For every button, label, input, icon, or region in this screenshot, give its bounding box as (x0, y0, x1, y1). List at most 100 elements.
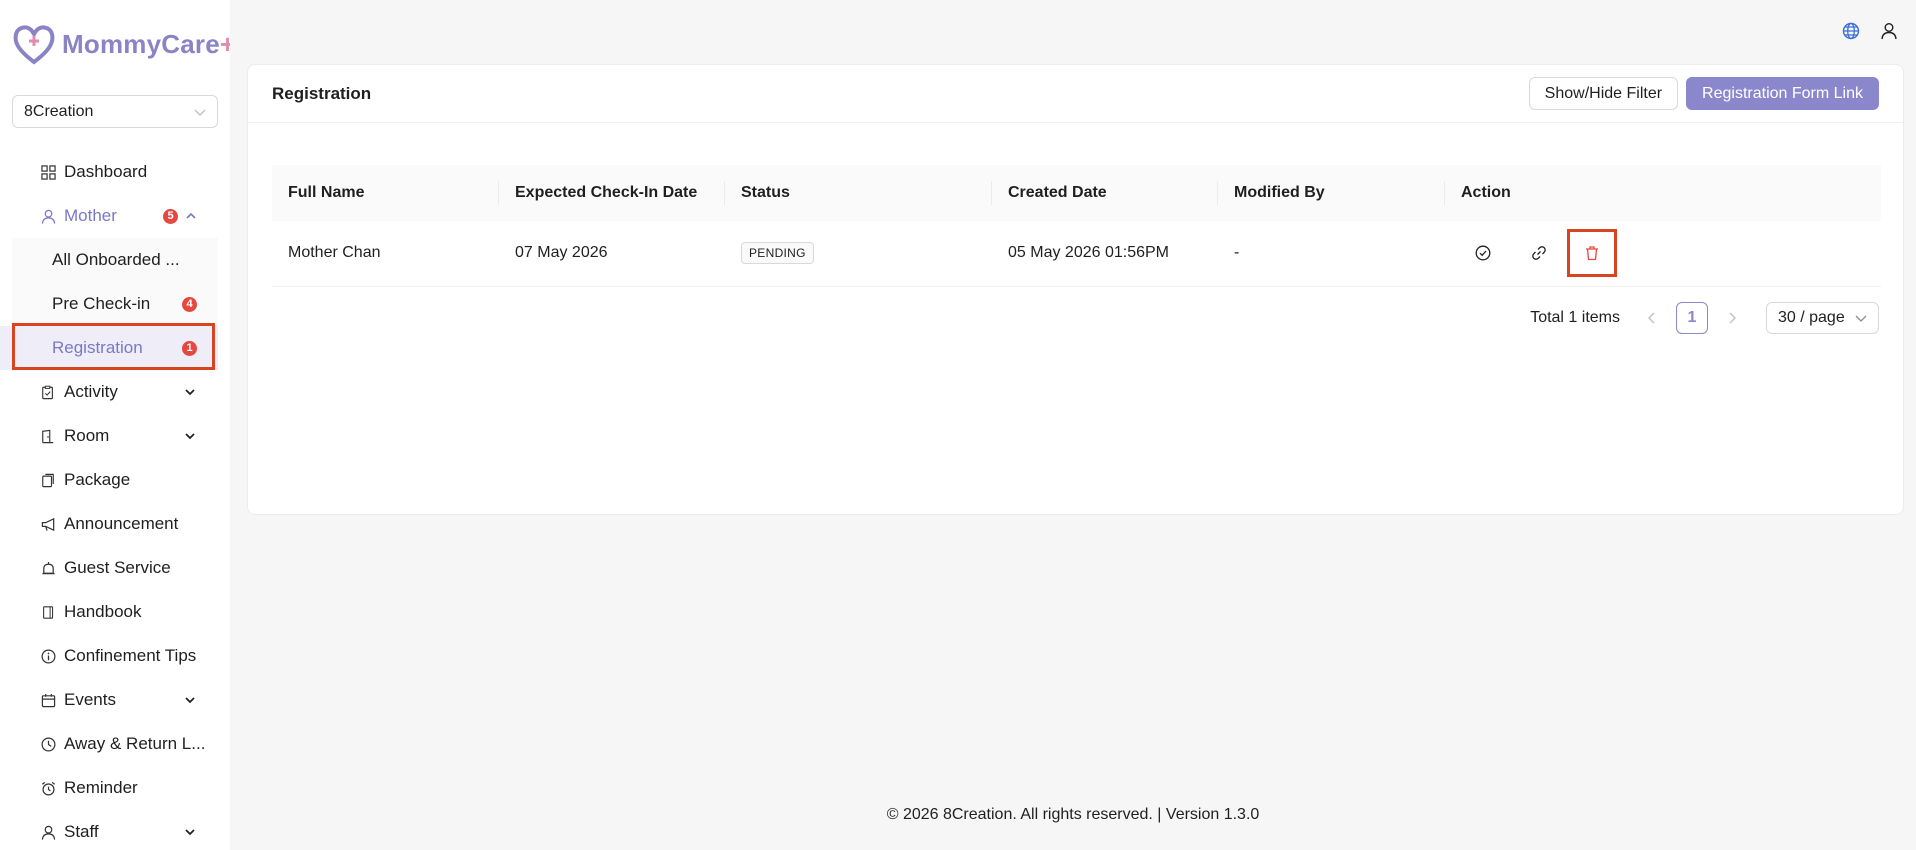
page-size-select[interactable]: 30 / page (1766, 302, 1879, 334)
sidebar-item-label: Package (64, 470, 131, 489)
globe-icon[interactable] (1842, 22, 1860, 40)
chevron-down-icon (185, 389, 195, 396)
sidebar-item-activity[interactable]: Activity (0, 370, 230, 414)
sidebar-item-confinement-tips[interactable]: Confinement Tips (0, 634, 230, 678)
next-page-button[interactable] (1716, 302, 1748, 334)
app-logo[interactable]: MommyCare+ (12, 22, 230, 66)
row-actions (1461, 229, 1881, 278)
staff-icon (40, 824, 56, 840)
status-badge: PENDING (741, 242, 814, 265)
clipboard-icon (40, 384, 56, 400)
cell-created-date: 05 May 2026 01:56PM (1008, 244, 1169, 262)
sidebar-item-label: Staff (64, 822, 99, 841)
sidebar-item-label: Room (64, 426, 110, 445)
sidebar-item-events[interactable]: Events (0, 678, 230, 722)
calendar-icon (40, 692, 56, 708)
card-header: Registration Show/Hide Filter Registrati… (248, 65, 1903, 123)
sidebar-item-mother[interactable]: Mother 5 (0, 194, 230, 238)
chevron-down-icon (185, 697, 195, 704)
organization-select[interactable]: 8Creation (12, 95, 218, 128)
sidebar-item-package[interactable]: Package (0, 458, 230, 502)
page-size-value: 30 / page (1778, 309, 1845, 326)
sidebar-item-label: Events (64, 690, 116, 709)
cell-actions (1445, 221, 1881, 286)
sidebar-item-label: Pre Check-in (52, 294, 151, 313)
sidebar-item-label: Away & Return L... (64, 734, 206, 753)
trash-icon (1586, 246, 1598, 261)
sidebar-item-label: Activity (64, 382, 118, 401)
chevron-down-icon (194, 109, 206, 116)
check-circle-icon (1475, 245, 1491, 261)
info-icon (40, 648, 56, 664)
sidebar-item-away-return[interactable]: Away & Return L... (0, 722, 230, 766)
chevron-right-icon (1729, 312, 1736, 324)
column-header-status[interactable]: Status (725, 165, 992, 221)
sidebar-item-label: Announcement (64, 514, 179, 533)
page-title: Registration (272, 83, 372, 103)
sidebar-item-label: Mother (64, 206, 117, 225)
delete-button[interactable] (1567, 229, 1617, 278)
sidebar-menu: Dashboard Mother 5 All Onboarded ... Pre… (0, 150, 230, 850)
sidebar-item-dashboard[interactable]: Dashboard (0, 150, 230, 194)
chevron-down-icon (185, 433, 195, 440)
link-icon (1532, 246, 1546, 261)
sidebar-item-room[interactable]: Room (0, 414, 230, 458)
organization-select-value: 8Creation (24, 102, 94, 120)
sidebar-item-label: Guest Service (64, 558, 171, 577)
app-name: MommyCare (62, 28, 220, 59)
column-header-modified-by[interactable]: Modified By (1218, 165, 1445, 221)
sidebar-item-label: Reminder (64, 778, 138, 797)
sidebar: MommyCare+ 8Creation Dashboard Mother 5 … (0, 0, 230, 850)
registration-form-link-button[interactable]: Registration Form Link (1686, 77, 1879, 110)
copy-link-button[interactable] (1517, 231, 1561, 275)
cell-full-name: Mother Chan (288, 244, 381, 262)
sidebar-item-handbook[interactable]: Handbook (0, 590, 230, 634)
page-footer: © 2026 8Creation. All rights reserved. |… (886, 806, 1260, 823)
chevron-up-icon (186, 212, 196, 219)
column-header-check-in-date[interactable]: Expected Check-In Date (499, 165, 725, 221)
clock-icon (40, 736, 56, 752)
app-name-plus: + (219, 28, 230, 59)
column-header-full-name[interactable]: Full Name (272, 165, 499, 221)
show-hide-filter-button[interactable]: Show/Hide Filter (1528, 77, 1679, 110)
chevron-down-icon (1855, 315, 1867, 322)
previous-page-button[interactable] (1636, 302, 1668, 334)
sidebar-item-pre-check-in[interactable]: Pre Check-in 4 (0, 282, 218, 326)
approve-button[interactable] (1461, 231, 1505, 275)
sidebar-item-label: Handbook (64, 602, 142, 621)
megaphone-icon (40, 516, 56, 532)
sidebar-item-reminder[interactable]: Reminder (0, 766, 230, 810)
sidebar-item-all-onboarded[interactable]: All Onboarded ... (0, 238, 218, 282)
table-header-row: Full Name Expected Check-In Date Status … (272, 165, 1881, 221)
heart-logo-icon (13, 25, 55, 65)
chevron-down-icon (185, 829, 195, 836)
column-header-created-date[interactable]: Created Date (992, 165, 1218, 221)
sidebar-item-label: Dashboard (64, 162, 148, 181)
alarm-icon (40, 780, 56, 796)
cell-modified-by: - (1234, 244, 1240, 262)
registration-card: Registration Show/Hide Filter Registrati… (247, 64, 1904, 515)
highlight-annotation-box (12, 323, 215, 370)
notification-badge: 4 (182, 296, 197, 312)
pagination-total: Total 1 items (1530, 309, 1620, 326)
user-profile-icon[interactable] (1880, 22, 1898, 40)
user-icon (40, 208, 56, 224)
top-bar-actions (1842, 22, 1898, 40)
table-row[interactable]: Mother Chan 07 May 2026 PENDING 05 May 2… (272, 221, 1881, 286)
page-number-current[interactable]: 1 (1676, 302, 1708, 334)
book-icon (40, 604, 56, 620)
sidebar-item-label: Confinement Tips (64, 646, 197, 665)
registration-table: Full Name Expected Check-In Date Status … (272, 165, 1881, 287)
room-icon (40, 428, 56, 444)
sidebar-item-label: All Onboarded ... (52, 250, 180, 269)
dashboard-icon (40, 164, 56, 180)
bell-icon (40, 560, 56, 576)
column-header-action: Action (1461, 184, 1511, 201)
cell-status: PENDING (725, 221, 992, 286)
sidebar-item-announcement[interactable]: Announcement (0, 502, 230, 546)
sidebar-item-staff[interactable]: Staff (0, 810, 230, 850)
package-icon (40, 472, 56, 488)
sidebar-item-guest-service[interactable]: Guest Service (0, 546, 230, 590)
cell-check-in-date: 07 May 2026 (515, 244, 608, 262)
header-actions: Show/Hide Filter Registration Form Link (1528, 77, 1879, 110)
